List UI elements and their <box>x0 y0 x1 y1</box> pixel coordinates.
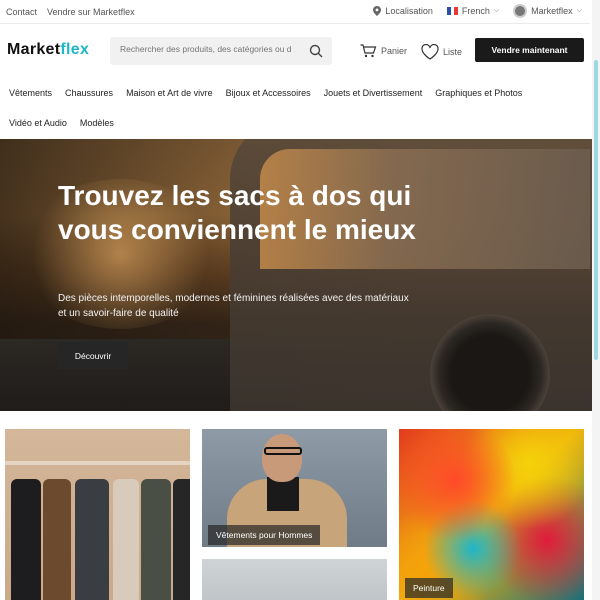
category-link[interactable]: Bijoux et Accessoires <box>226 88 311 98</box>
clothes-rail <box>5 461 190 465</box>
painting-label: Peinture <box>405 578 453 598</box>
garment <box>75 479 109 600</box>
garment <box>11 479 41 600</box>
painting-tile[interactable]: Peinture <box>399 429 584 600</box>
contact-link[interactable]: Contact <box>6 7 37 17</box>
search-input[interactable] <box>120 44 312 54</box>
top-utility-bar: Contact Vendre sur Marketflex Localisati… <box>0 0 590 24</box>
men-clothing-tile[interactable]: Vêtements pour Hommes <box>202 429 387 547</box>
category-link[interactable]: Modèles <box>80 118 114 128</box>
category-link[interactable]: Vidéo et Audio <box>9 118 67 128</box>
main-header: Marketflex Panier Liste Vendre maintenan… <box>0 24 590 78</box>
location-label: Localisation <box>385 6 433 16</box>
search-icon[interactable] <box>309 44 323 58</box>
category-link[interactable]: Vêtements <box>9 88 52 98</box>
product-tile[interactable] <box>202 559 387 600</box>
man-head <box>262 434 302 482</box>
category-row: Vidéo et Audio Modèles <box>9 118 114 128</box>
sell-now-button[interactable]: Vendre maintenant <box>475 38 584 62</box>
account-menu[interactable]: Marketflex ⌵ <box>513 4 582 18</box>
garment <box>141 479 171 600</box>
category-link[interactable]: Jouets et Divertissement <box>324 88 423 98</box>
cart-label: Panier <box>381 46 408 56</box>
category-row: Vêtements Chaussures Maison et Art de vivr… <box>9 88 522 98</box>
cart-icon <box>360 44 377 58</box>
hero-subtitle: Des pièces intemporelles, modernes et fé… <box>58 293 409 319</box>
man-turtleneck <box>267 477 299 511</box>
discover-button[interactable]: Découvrir <box>58 342 128 369</box>
category-link[interactable]: Chaussures <box>65 88 113 98</box>
avatar <box>513 4 528 18</box>
heart-icon <box>421 44 439 60</box>
location-pin-icon <box>373 6 382 16</box>
men-clothing-label: Vêtements pour Hommes <box>208 525 321 545</box>
french-flag-icon <box>446 7 458 15</box>
scrollbar-thumb[interactable] <box>594 60 598 360</box>
hero-title: Trouvez les sacs à dos qui vous convienn… <box>58 180 416 245</box>
language-selector[interactable]: French ⌵ <box>446 6 500 16</box>
chevron-down-icon: ⌵ <box>493 7 500 14</box>
logo-main-text: Market <box>7 41 61 58</box>
language-label: French <box>461 6 490 16</box>
garment <box>113 479 139 600</box>
marketflex-logo[interactable]: Marketflex <box>7 41 89 59</box>
search-bar <box>110 37 332 65</box>
garment <box>173 479 190 600</box>
account-label: Marketflex <box>531 6 573 16</box>
sell-on-marketflex-link[interactable]: Vendre sur Marketflex <box>47 7 135 17</box>
cart-button[interactable]: Panier <box>360 44 407 58</box>
garment <box>43 479 71 600</box>
wishlist-label: Liste <box>443 47 463 57</box>
wishlist-button[interactable]: Liste <box>421 44 462 60</box>
logo-accent-text: flex <box>60 41 90 58</box>
category-link[interactable]: Graphiques et Photos <box>435 88 522 98</box>
chevron-down-icon: ⌵ <box>576 7 582 14</box>
category-link[interactable]: Maison et Art de vivre <box>126 88 213 98</box>
hero-banner: Trouvez les sacs à dos qui vous convienn… <box>0 139 593 411</box>
man-glasses <box>264 447 302 455</box>
location-selector[interactable]: Localisation <box>373 6 433 16</box>
clothing-rack-tile[interactable] <box>5 429 190 600</box>
